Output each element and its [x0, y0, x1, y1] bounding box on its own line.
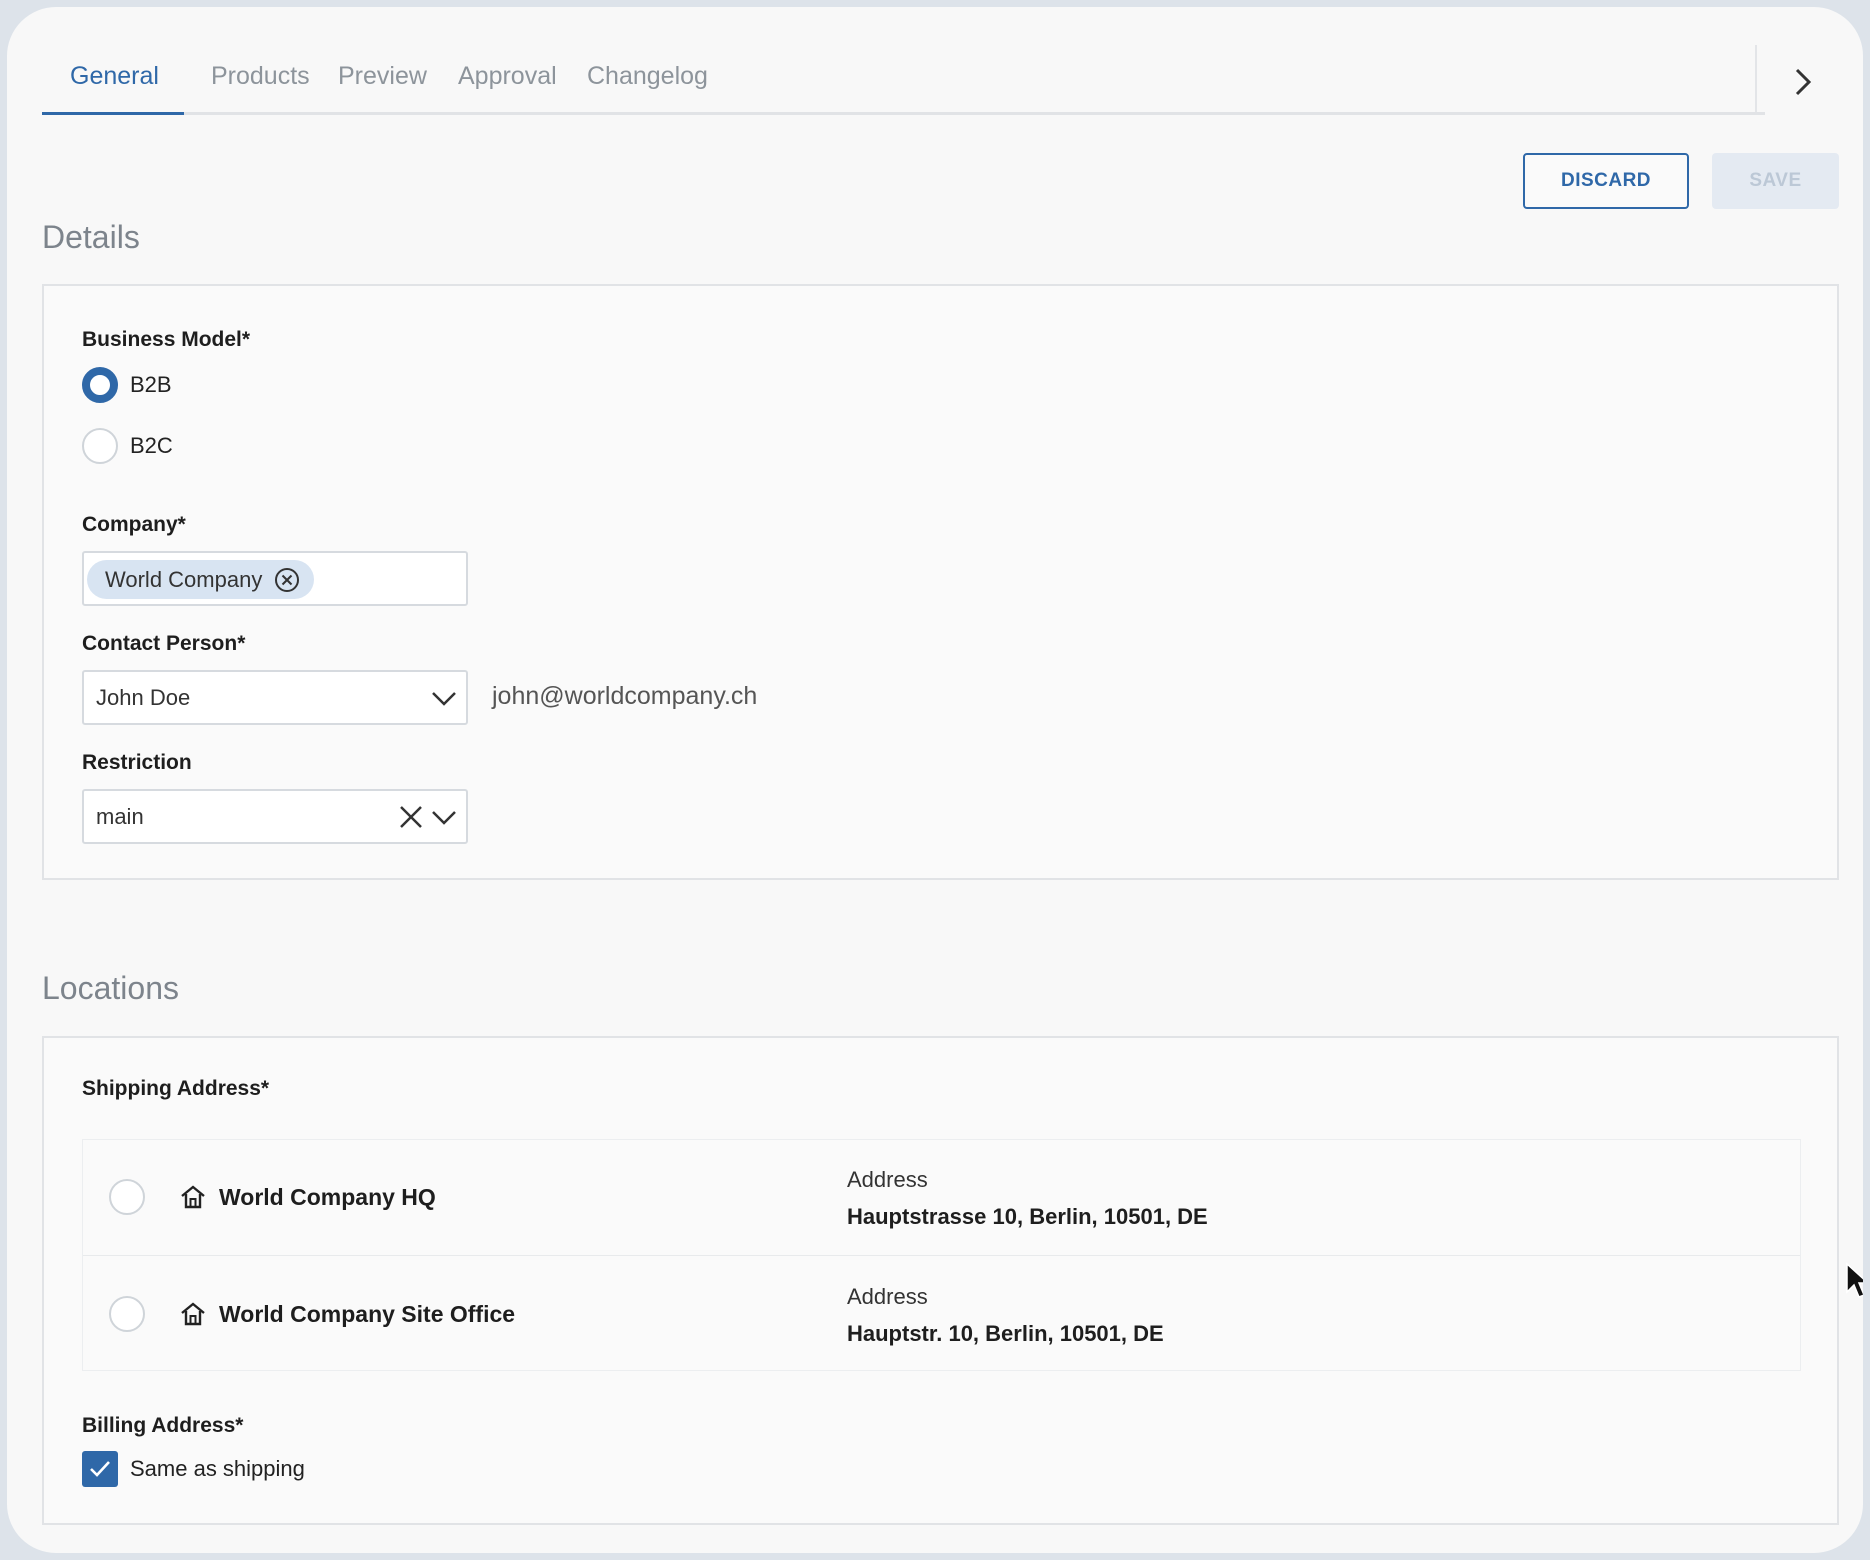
details-section-title: Details [42, 219, 140, 255]
billing-address-label: Billing Address* [82, 1414, 244, 1437]
locations-section-title: Locations [42, 970, 179, 1006]
tab-bar: General Products Preview Approval Change… [42, 47, 1765, 115]
address-row[interactable]: World Company HQ Address Hauptstrasse 10… [83, 1140, 1800, 1255]
contact-person-label: Contact Person* [82, 632, 246, 655]
address-radio[interactable] [109, 1296, 145, 1332]
tab-general[interactable]: General [70, 62, 159, 91]
same-as-shipping-checkbox[interactable] [82, 1451, 118, 1487]
chevron-down-icon[interactable] [430, 805, 458, 829]
home-icon [181, 1185, 205, 1209]
shipping-address-list: World Company HQ Address Hauptstrasse 10… [82, 1139, 1801, 1371]
restriction-label: Restriction [82, 751, 192, 774]
home-icon [181, 1302, 205, 1326]
company-chip: World Company [87, 560, 315, 599]
restriction-select[interactable]: main [82, 789, 468, 844]
company-chip-label: World Company [105, 567, 263, 592]
address-name: World Company HQ [219, 1184, 436, 1210]
radio-b2c-label: B2C [130, 433, 173, 458]
business-model-label: Business Model* [82, 328, 251, 351]
checkmark-icon [90, 1461, 110, 1477]
tab-approval[interactable]: Approval [458, 62, 557, 91]
address-value: Hauptstr. 10, Berlin, 10501, DE [847, 1321, 1164, 1346]
mouse-cursor-icon [1846, 1262, 1863, 1298]
tab-products[interactable]: Products [211, 62, 310, 91]
shipping-address-label: Shipping Address* [82, 1077, 270, 1100]
address-field-label: Address [847, 1284, 928, 1309]
chevron-down-icon[interactable] [430, 686, 458, 710]
remove-circle-icon[interactable] [274, 567, 300, 593]
address-field-label: Address [847, 1167, 928, 1192]
contact-person-value: John Doe [96, 685, 191, 710]
contact-person-select[interactable]: John Doe [82, 670, 468, 725]
address-name: World Company Site Office [219, 1301, 516, 1327]
address-value: Hauptstrasse 10, Berlin, 10501, DE [847, 1204, 1208, 1229]
company-label: Company* [82, 513, 186, 536]
contact-email: john@worldcompany.ch [492, 682, 758, 710]
chevron-right-icon[interactable] [1783, 62, 1823, 102]
active-tab-indicator [42, 112, 184, 115]
radio-b2b[interactable] [82, 367, 118, 403]
clear-icon[interactable] [398, 804, 424, 830]
same-as-shipping-label: Same as shipping [130, 1456, 305, 1481]
discard-button[interactable]: DISCARD [1523, 153, 1689, 209]
radio-b2c[interactable] [82, 428, 118, 464]
tabs-divider [1755, 45, 1757, 112]
radio-b2b-label: B2B [130, 372, 172, 397]
app-window: General Products Preview Approval Change… [2, 2, 1868, 1558]
save-button[interactable]: SAVE [1712, 153, 1839, 209]
tab-preview[interactable]: Preview [338, 62, 427, 91]
company-field[interactable]: World Company [82, 551, 468, 606]
tab-changelog[interactable]: Changelog [587, 62, 708, 91]
details-card: Business Model* B2B B2C Company* World C… [42, 284, 1839, 880]
address-radio[interactable] [109, 1179, 145, 1215]
locations-card: Shipping Address* World Company HQ Addre… [42, 1036, 1839, 1525]
address-row[interactable]: World Company Site Office Address Haupts… [83, 1255, 1800, 1370]
restriction-value: main [96, 804, 144, 829]
